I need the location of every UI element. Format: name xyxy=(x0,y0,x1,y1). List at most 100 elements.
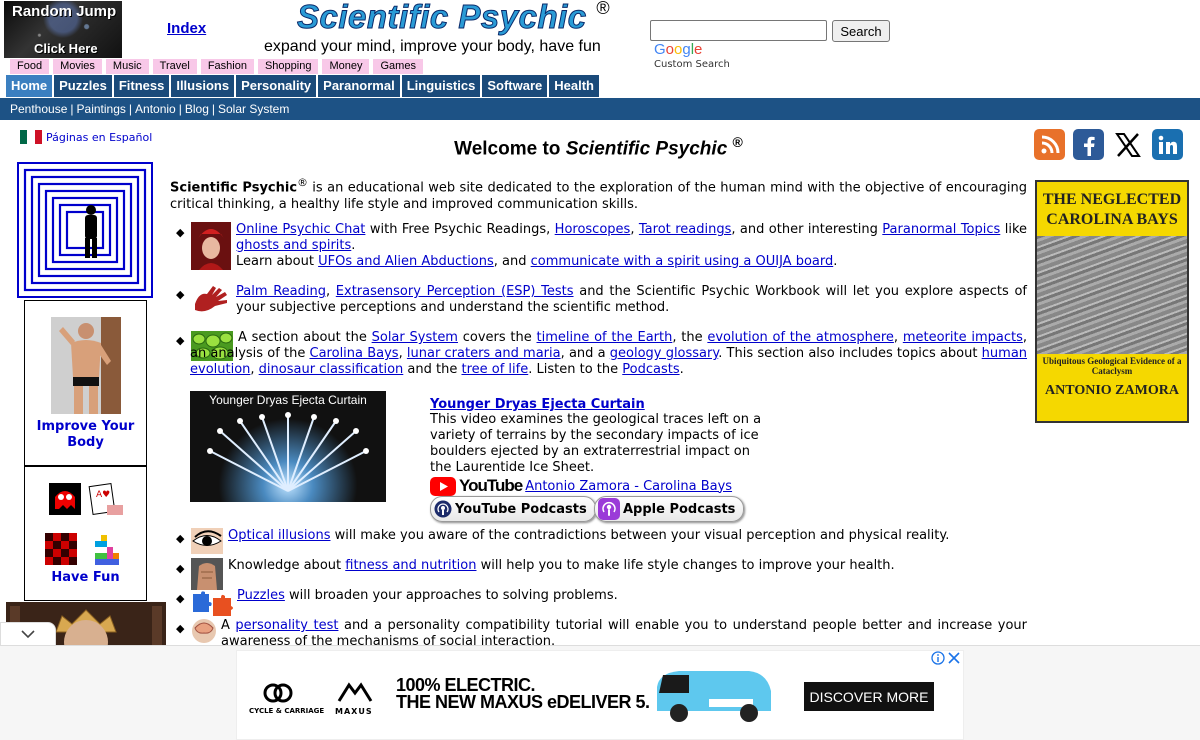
book-author: ANTONIO ZAMORA xyxy=(1045,383,1179,398)
palm-hand-icon[interactable] xyxy=(191,284,231,314)
spanish-pages-label: Páginas en Español xyxy=(46,130,153,144)
podcasts-link[interactable]: Podcasts xyxy=(622,362,679,377)
paranormal-topics-link[interactable]: Paranormal Topics xyxy=(882,222,1000,237)
optical-illusions-link[interactable]: Optical illusions xyxy=(228,528,330,543)
geology-link[interactable]: geology glossary xyxy=(610,346,718,361)
nav-tab-health[interactable]: Health xyxy=(549,75,599,97)
category-games[interactable]: Games xyxy=(373,59,423,74)
esp-tests-link[interactable]: Extrasensory Perception (ESP) Tests xyxy=(336,284,574,299)
site-title-text: Scientific Psychic xyxy=(297,0,587,36)
random-jump-banner[interactable]: Random Jump Click Here xyxy=(4,1,122,58)
ad-controls xyxy=(931,651,961,665)
category-music[interactable]: Music xyxy=(105,59,149,74)
solar-system-link[interactable]: Solar System xyxy=(372,330,458,345)
fitness-link[interactable]: fitness and nutrition xyxy=(345,558,476,573)
intro-paragraph: Scientific Psychic® is an educational we… xyxy=(170,174,1027,213)
spiral-illusion-image[interactable] xyxy=(17,162,153,298)
search-input[interactable] xyxy=(650,20,827,41)
personality-test-link[interactable]: personality test xyxy=(235,618,338,633)
category-money[interactable]: Money xyxy=(322,59,370,74)
facebook-icon[interactable] xyxy=(1073,129,1104,160)
bodybuilder-photo xyxy=(51,317,121,414)
paranormal-paragraph: Online Psychic Chat with Free Psychic Re… xyxy=(236,222,1027,270)
category-movies[interactable]: Movies xyxy=(53,59,102,74)
nav-tab-fitness[interactable]: Fitness xyxy=(113,75,170,97)
nav-tab-home[interactable]: Home xyxy=(6,75,53,97)
maxus-ad[interactable]: CYCLE & CARRIAGE MAXUS 100% ELECTRIC. THE… xyxy=(236,650,964,740)
tarot-link[interactable]: Tarot readings xyxy=(639,222,731,237)
bullet-icon: ◆ xyxy=(176,334,185,347)
nav-tab-linguistics[interactable]: Linguistics xyxy=(401,75,481,97)
ad-info-icon[interactable] xyxy=(931,651,945,665)
nav-tab-paranormal[interactable]: Paranormal xyxy=(318,75,400,97)
games-icons-bottom xyxy=(45,533,119,565)
nav-tab-personality[interactable]: Personality xyxy=(236,75,317,97)
ejecta-curtain-image xyxy=(207,412,369,492)
ad-close-icon[interactable] xyxy=(947,651,961,665)
google-logo: Google xyxy=(654,41,703,58)
text: like xyxy=(1000,222,1028,237)
subnav-blog[interactable]: Blog xyxy=(185,102,209,116)
ufo-link[interactable]: UFOs and Alien Abductions xyxy=(318,254,494,269)
nav-tab-illusions[interactable]: Illusions xyxy=(171,75,235,97)
apple-podcasts-label: Apple Podcasts xyxy=(623,501,736,517)
puzzle-pieces-icon[interactable] xyxy=(191,590,233,616)
subnav-solar-system[interactable]: Solar System xyxy=(218,102,289,116)
text: with Free Psychic Readings, xyxy=(365,222,555,237)
search-button[interactable]: Search xyxy=(832,20,890,42)
index-link[interactable]: Index xyxy=(167,20,206,37)
lunar-link[interactable]: lunar craters and maria xyxy=(407,346,561,361)
video-title-link[interactable]: Younger Dryas Ejecta Curtain xyxy=(430,397,645,412)
text: , the xyxy=(672,330,708,345)
discover-more-button[interactable]: DISCOVER MORE xyxy=(804,682,934,711)
horoscopes-link[interactable]: Horoscopes xyxy=(555,222,631,237)
dinosaur-link[interactable]: dinosaur classification xyxy=(259,362,404,377)
improve-body-box[interactable]: Improve Your Body xyxy=(24,300,147,466)
palm-reading-link[interactable]: Palm Reading xyxy=(236,284,326,299)
subnav-antonio[interactable]: Antonio xyxy=(135,102,176,116)
category-fashion[interactable]: Fashion xyxy=(200,59,254,74)
ghosts-link[interactable]: ghosts and spirits xyxy=(236,238,351,253)
timeline-link[interactable]: timeline of the Earth xyxy=(537,330,673,345)
brain-head-icon[interactable] xyxy=(191,618,217,646)
text: A xyxy=(221,618,236,633)
nav-tab-software[interactable]: Software xyxy=(482,75,548,97)
text: and the xyxy=(403,362,462,377)
spanish-pages-link[interactable]: Páginas en Español xyxy=(20,130,152,144)
category-travel[interactable]: Travel xyxy=(152,59,197,74)
linkedin-icon[interactable] xyxy=(1152,129,1183,160)
youtube-podcasts-button[interactable]: YouTube Podcasts xyxy=(430,496,596,522)
atmosphere-link[interactable]: evolution of the atmosphere xyxy=(707,330,894,345)
rss-icon[interactable] xyxy=(1034,129,1065,160)
puzzles-link[interactable]: Puzzles xyxy=(237,588,285,603)
maxus-logo xyxy=(337,682,373,702)
tree-of-life-link[interactable]: tree of life xyxy=(461,362,528,377)
fitness-torso-image[interactable] xyxy=(191,558,223,590)
subnav-paintings[interactable]: Paintings xyxy=(77,102,126,116)
meteorite-link[interactable]: meteorite impacts xyxy=(903,330,1023,345)
linkedin-glyph xyxy=(1158,135,1177,154)
psychic-woman-photo[interactable] xyxy=(191,222,231,270)
carolina-bays-link[interactable]: Carolina Bays xyxy=(310,346,399,361)
collapse-ad-button[interactable] xyxy=(0,622,56,646)
subnav-penthouse[interactable]: Penthouse xyxy=(10,102,67,116)
youtube-channel-link[interactable]: YouTube Antonio Zamora - Carolina Bays xyxy=(430,476,732,496)
eye-illusion-image[interactable] xyxy=(191,528,223,554)
category-shopping[interactable]: Shopping xyxy=(257,59,319,74)
book-advertisement[interactable]: THE NEGLECTED CAROLINA BAYS Ubiquitous G… xyxy=(1035,180,1189,423)
maxus-label: MAXUS xyxy=(335,707,373,716)
nav-tab-puzzles[interactable]: Puzzles xyxy=(54,75,112,97)
category-food[interactable]: Food xyxy=(10,59,50,74)
apple-podcasts-button[interactable]: Apple Podcasts xyxy=(594,496,745,522)
bullet-icon: ◆ xyxy=(176,288,185,301)
video-thumbnail[interactable]: Younger Dryas Ejecta Curtain xyxy=(190,391,386,502)
x-twitter-icon[interactable] xyxy=(1112,129,1143,160)
text: , xyxy=(630,222,639,237)
have-fun-box[interactable]: A♥ Have Fun xyxy=(24,466,147,601)
have-fun-label: Have Fun xyxy=(51,570,120,585)
channel-link[interactable]: Antonio Zamora - Carolina Bays xyxy=(525,479,732,494)
welcome-prefix: Welcome to xyxy=(454,138,566,160)
psychic-chat-link[interactable]: Online Psychic Chat xyxy=(236,222,365,237)
esp-paragraph: Palm Reading, Extrasensory Perception (E… xyxy=(236,284,1027,316)
ouija-link[interactable]: communicate with a spirit using a OUIJA … xyxy=(531,254,834,269)
